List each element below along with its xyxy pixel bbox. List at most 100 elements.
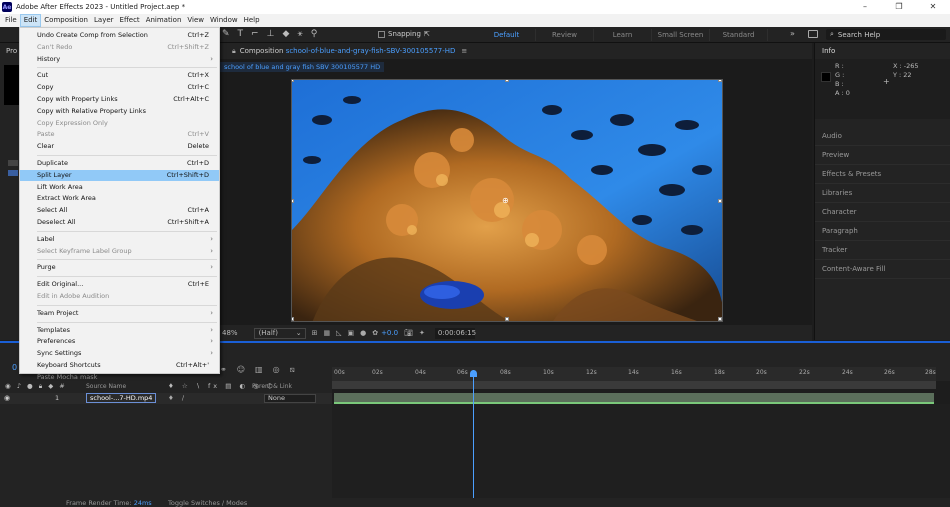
layer-row[interactable]: ◉ 1 school-...7-HD.mp4 ♦ ∕ None [0, 393, 332, 404]
transform-handle-b[interactable] [505, 317, 509, 321]
graph-editor-icon[interactable]: ⧅ [290, 365, 295, 375]
anchor-point-icon[interactable]: ⊕ [502, 196, 509, 205]
menu-layer[interactable]: Layer [91, 14, 117, 27]
menu-edit[interactable]: Edit [19, 14, 42, 27]
snapping-options-icon[interactable]: ⇱ [424, 30, 430, 38]
project-item-icon[interactable] [8, 160, 18, 166]
eraser-tool-icon[interactable]: ◆ [282, 29, 289, 39]
layer-name[interactable]: school-...7-HD.mp4 [86, 393, 157, 403]
show-snapshot-icon[interactable]: ✦ [419, 329, 425, 337]
menu-window[interactable]: Window [207, 14, 241, 27]
brush-tool-icon[interactable]: ⌐ [251, 29, 259, 39]
menu-file[interactable]: File [2, 14, 20, 27]
toggle-switches-modes[interactable]: Toggle Switches / Modes [168, 499, 247, 507]
shy-layers-icon[interactable]: ☺ [237, 365, 245, 375]
menu-view[interactable]: View [184, 14, 207, 27]
menu-item-extract-work-area[interactable]: Extract Work Area [20, 193, 219, 204]
more-workspaces-icon[interactable]: » [790, 29, 795, 38]
menu-item-split-layer[interactable]: Split Layer Ctrl+Shift+D [20, 169, 219, 181]
transform-handle-l[interactable] [292, 199, 294, 203]
frame-blending-icon[interactable]: ▥ [255, 365, 263, 375]
menu-item-copy[interactable]: Copy Ctrl+C [20, 82, 219, 93]
transform-handle-t[interactable] [505, 80, 509, 82]
menu-item-copy-with-property-links[interactable]: Copy with Property Links Ctrl+Alt+C [20, 94, 219, 105]
puppet-pin-icon[interactable]: ⚲ [311, 29, 318, 39]
snapping-checkbox[interactable] [378, 30, 385, 38]
menu-item-team-project[interactable]: Team Project › [20, 308, 219, 319]
playhead-icon[interactable] [470, 370, 477, 377]
panel-tracker[interactable]: Tracker [815, 241, 950, 260]
project-item-selected-icon[interactable] [8, 170, 18, 176]
panel-toggle-icon[interactable] [808, 30, 818, 38]
menu-composition[interactable]: Composition [41, 14, 91, 27]
panel-libraries[interactable]: Libraries [815, 184, 950, 203]
time-ruler[interactable]: 00s 02s 04s 06s 08s 10s 12s 14s 16s 18s … [332, 367, 936, 381]
panel-effects-presets[interactable]: Effects & Presets [815, 165, 950, 184]
menu-item-keyboard-shortcuts[interactable]: Keyboard Shortcuts Ctrl+Alt+' [20, 360, 219, 371]
magnification-dropdown[interactable]: 48% [222, 329, 238, 337]
current-time-display[interactable]: 0:00:06:15 [434, 327, 476, 339]
composition-breadcrumb[interactable]: school of blue and gray fish SBV 3001055… [220, 62, 385, 72]
menu-item-history[interactable]: History › [20, 54, 219, 65]
menu-item-sync-settings[interactable]: Sync Settings › [20, 348, 219, 359]
work-area-bar[interactable] [332, 381, 936, 389]
menu-item-undo-create-comp-from-selection[interactable]: Undo Create Comp from Selection Ctrl+Z [20, 30, 219, 41]
menu-item-purge[interactable]: Purge › [20, 262, 219, 273]
parent-link-column[interactable]: Parent & Link [252, 383, 292, 390]
transform-handle-r[interactable] [718, 199, 722, 203]
parent-dropdown[interactable]: None [264, 394, 316, 403]
panel-paragraph[interactable]: Paragraph [815, 222, 950, 241]
timeline-timecode[interactable]: 0 [12, 363, 17, 372]
workspace-standard[interactable]: Standard [710, 29, 768, 41]
menu-help[interactable]: Help [241, 14, 263, 27]
exposure-value[interactable]: +0.0 [381, 329, 398, 337]
maximize-button[interactable]: ❐ [882, 0, 916, 14]
transparency-grid-icon[interactable]: ▦ [323, 329, 330, 337]
composition-tab[interactable]: Composition school-of-blue-and-gray-fish… [240, 47, 456, 55]
clone-stamp-icon[interactable]: ⊥ [267, 29, 275, 39]
panel-audio[interactable]: Audio [815, 127, 950, 146]
menu-item-edit-original[interactable]: Edit Original... Ctrl+E [20, 279, 219, 290]
menu-item-select-all[interactable]: Select All Ctrl+A [20, 205, 219, 216]
composition-viewer[interactable]: school of blue and gray fish SBV 3001055… [220, 59, 812, 325]
menu-item-clear[interactable]: Clear Delete [20, 141, 219, 152]
project-tab[interactable]: Pro [6, 47, 17, 55]
workspace-review[interactable]: Review [536, 29, 594, 41]
transform-handle-bl[interactable] [292, 317, 294, 321]
video-frame[interactable]: ⊕ [291, 79, 723, 322]
layer-switches[interactable]: ♦ ∕ [168, 394, 187, 402]
transform-handle-br[interactable] [718, 317, 722, 321]
color-channels-icon[interactable]: ● [360, 329, 366, 337]
menu-item-templates[interactable]: Templates › [20, 325, 219, 336]
menu-item-copy-with-relative-property-links[interactable]: Copy with Relative Property Links [20, 106, 219, 117]
info-tab[interactable]: Info [822, 47, 835, 55]
workspace-small-screen[interactable]: Small Screen [652, 29, 710, 41]
search-help-field[interactable]: ⌕ Search Help [826, 29, 946, 40]
menu-item-deselect-all[interactable]: Deselect All Ctrl+Shift+A [20, 217, 219, 228]
motion-blur-icon[interactable]: ◎ [273, 365, 280, 375]
workspace-default[interactable]: Default [478, 29, 536, 41]
resolution-dropdown[interactable]: (Half) ⌄ [253, 327, 306, 339]
roto-brush-icon[interactable]: ⚹ [297, 29, 302, 39]
exposure-reset-icon[interactable]: ✿ [372, 329, 378, 337]
draft-3d-icon[interactable]: ⚭ [220, 365, 227, 375]
pen-tool-icon[interactable]: ✎ [222, 29, 230, 39]
type-tool-icon[interactable]: T [238, 29, 244, 39]
menu-effect[interactable]: Effect [117, 14, 143, 27]
menu-item-label[interactable]: Label › [20, 234, 219, 245]
menu-animation[interactable]: Animation [143, 14, 185, 27]
menu-item-duplicate[interactable]: Duplicate Ctrl+D [20, 158, 219, 169]
snapshot-camera-icon[interactable]: 📷︎ [404, 329, 413, 337]
visibility-eye-icon[interactable]: ◉ [4, 394, 10, 402]
mask-visibility-icon[interactable]: ◺ [336, 329, 341, 337]
panel-menu-icon[interactable]: ≡ [461, 47, 467, 55]
panel-content-aware-fill[interactable]: Content-Aware Fill [815, 260, 950, 279]
panel-character[interactable]: Character [815, 203, 950, 222]
layer-duration-bar[interactable] [334, 393, 934, 404]
menu-item-cut[interactable]: Cut Ctrl+X [20, 70, 219, 81]
close-button[interactable]: ✕ [916, 0, 950, 14]
transform-handle-tl[interactable] [292, 80, 294, 82]
minimize-button[interactable]: – [848, 0, 882, 14]
menu-item-preferences[interactable]: Preferences › [20, 336, 219, 347]
panel-preview[interactable]: Preview [815, 146, 950, 165]
